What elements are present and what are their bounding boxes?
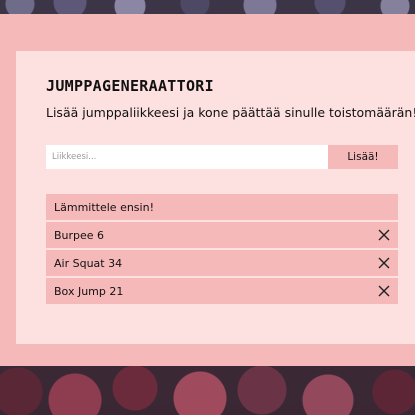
- exercise-list: Lämmittele ensin! Burpee 6 Air Squat 34 …: [46, 194, 398, 306]
- list-item-label: Air Squat 34: [54, 256, 123, 270]
- page-title: JUMPPAGENERAATTORI: [46, 77, 214, 95]
- list-item-label: Lämmittele ensin!: [54, 200, 154, 214]
- list-item-warmup: Lämmittele ensin!: [46, 194, 398, 220]
- close-icon[interactable]: [376, 255, 392, 271]
- outer-panel: JUMPPAGENERAATTORI Lisää jumppaliikkeesi…: [0, 14, 415, 366]
- list-item-label: Box Jump 21: [54, 284, 124, 298]
- page-subtitle: Lisää jumppaliikkeesi ja kone päättää si…: [46, 105, 415, 120]
- list-item: Air Squat 34: [46, 250, 398, 276]
- generator-card: JUMPPAGENERAATTORI Lisää jumppaliikkeesi…: [16, 51, 415, 344]
- close-icon[interactable]: [376, 283, 392, 299]
- add-button[interactable]: Lisää!: [328, 145, 398, 169]
- exercise-input[interactable]: [46, 145, 328, 169]
- list-item: Burpee 6: [46, 222, 398, 248]
- list-item: Box Jump 21: [46, 278, 398, 304]
- list-item-label: Burpee 6: [54, 228, 105, 242]
- close-icon[interactable]: [376, 227, 392, 243]
